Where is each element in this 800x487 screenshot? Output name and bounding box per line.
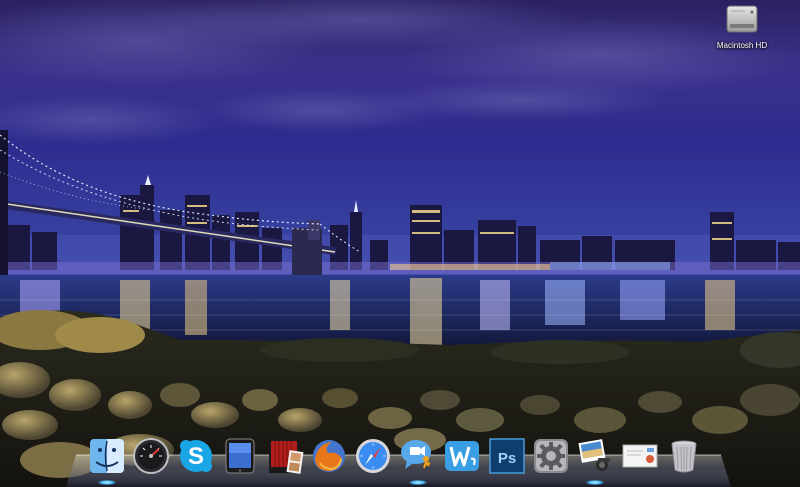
dock-items: S Ps [88, 437, 703, 485]
firefox-icon [312, 440, 345, 472]
dock: S Ps [66, 433, 731, 487]
running-indicator [98, 480, 116, 485]
dock-item-dashboard[interactable] [132, 437, 170, 479]
ichat-icon [400, 440, 431, 469]
dock-item-finder[interactable] [88, 437, 126, 485]
dock-item-iphoto[interactable] [576, 437, 614, 485]
photoshop-label: Ps [497, 450, 515, 467]
desktop-wallpaper [0, 0, 800, 487]
dock-item-ipad[interactable] [221, 437, 259, 479]
running-indicator [408, 480, 427, 485]
photoshop-icon: Ps [488, 438, 525, 474]
svg-text:S: S [188, 443, 204, 470]
running-indicator [586, 480, 605, 485]
safari-icon [356, 439, 391, 473]
system-preferences-icon [533, 439, 568, 473]
dock-item-photoshop[interactable]: Ps [488, 437, 526, 479]
finder-icon [90, 439, 124, 473]
skype-icon: S [179, 440, 212, 472]
wunderlist-icon [445, 441, 480, 471]
dock-item-firefox[interactable] [310, 437, 348, 479]
dock-item-skype[interactable]: S [177, 437, 215, 479]
dock-item-trash[interactable] [665, 437, 703, 479]
dock-item-wunderlist[interactable] [443, 437, 481, 479]
desktop-icon-label: Macintosh HD [716, 41, 768, 50]
desktop-icon-macintosh-hd[interactable]: Macintosh HD [702, 4, 782, 50]
hard-drive-icon [726, 5, 758, 33]
dock-item-mail-document[interactable] [621, 437, 659, 479]
desktop[interactable]: Macintosh HD S Ps [0, 0, 800, 487]
iphoto-icon [578, 439, 611, 471]
ipad-icon [225, 438, 255, 474]
dock-item-system-preferences[interactable] [532, 437, 570, 479]
dashboard-icon [133, 438, 170, 474]
trash-icon [671, 440, 697, 473]
photo-booth-icon [268, 439, 304, 474]
mail-document-icon [622, 444, 658, 468]
dock-item-photo-booth[interactable] [266, 437, 304, 479]
dock-item-ichat[interactable] [399, 437, 437, 485]
dock-item-safari[interactable] [354, 437, 392, 479]
